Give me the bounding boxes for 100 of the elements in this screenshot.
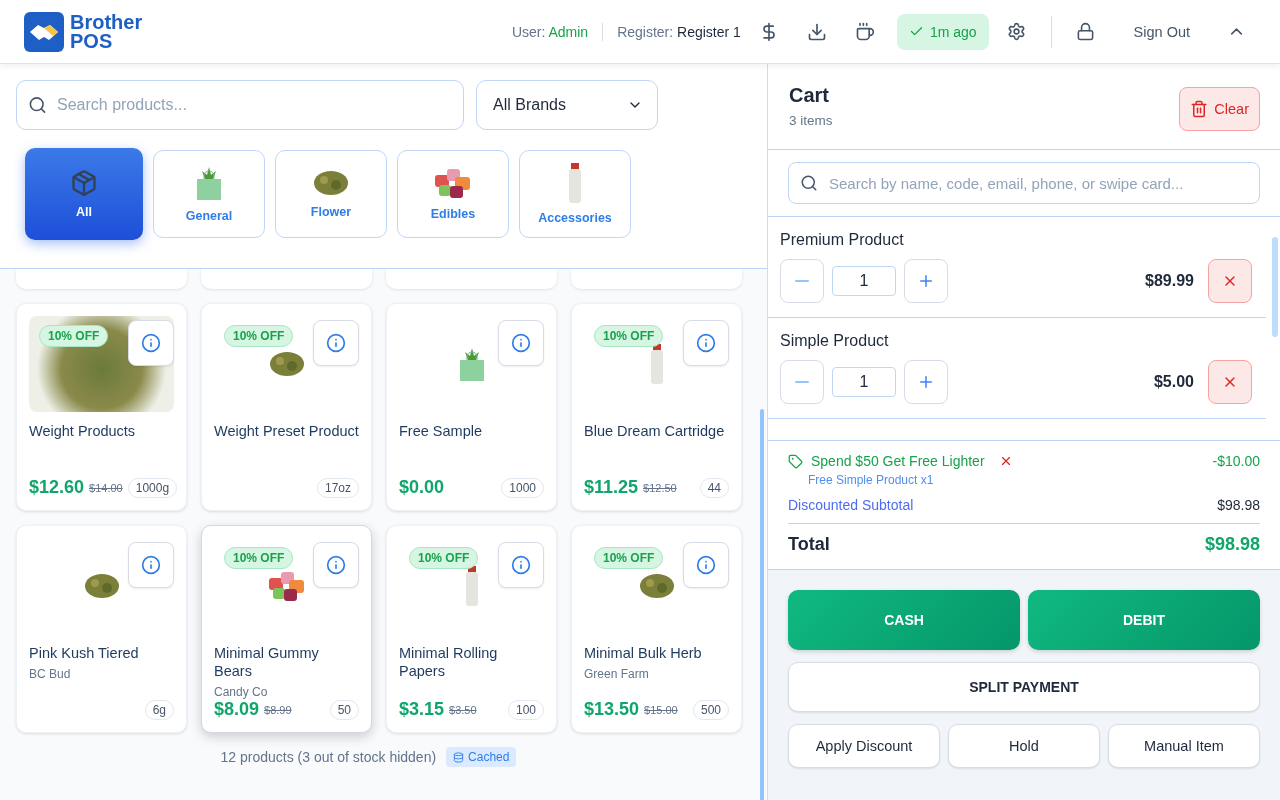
database-icon xyxy=(453,751,465,763)
clear-button[interactable]: Clear xyxy=(1179,87,1260,131)
subtotal-label: Discounted Subtotal xyxy=(788,497,914,513)
logo-text: Brother xyxy=(70,12,143,32)
logo-text: POS xyxy=(70,31,114,51)
info-icon xyxy=(696,333,716,353)
stock-count: 100 xyxy=(507,699,544,720)
info-icon xyxy=(511,555,531,575)
info-button[interactable] xyxy=(313,320,359,366)
discount-badge: 10% OFF xyxy=(39,325,109,347)
sign-out-button[interactable]: Sign Out xyxy=(1123,17,1200,46)
remove-button[interactable] xyxy=(1208,360,1252,404)
gummies-icon xyxy=(433,167,473,199)
product-card[interactable]: Free Sample $0.00 1000 xyxy=(386,303,557,511)
product-name: Free Sample xyxy=(399,422,483,440)
total-amount: $98.98 xyxy=(1204,534,1260,555)
customer-search-field[interactable]: Search by name, code, email, phone, or swipe card... xyxy=(788,162,1260,204)
bud-icon xyxy=(313,169,349,197)
lighter-icon xyxy=(649,344,664,384)
info-icon xyxy=(696,555,716,575)
info-button[interactable] xyxy=(683,320,729,366)
gummies-icon xyxy=(266,570,307,602)
discount-badge: 10% OFF xyxy=(594,547,664,569)
info-button[interactable] xyxy=(683,542,729,588)
product-brand: BC Bud xyxy=(29,667,72,681)
product-price: $8.09 xyxy=(214,699,260,720)
bud-icon xyxy=(268,350,305,378)
settings-icon xyxy=(1007,22,1027,41)
stock-count: 17oz xyxy=(316,478,359,498)
trash-icon xyxy=(1190,100,1209,118)
bud-icon xyxy=(83,572,120,600)
category-tab[interactable]: All xyxy=(25,148,143,240)
original-price: $14.00 xyxy=(89,481,123,494)
product-price: $12.60 xyxy=(29,477,85,498)
product-brand: Candy Co xyxy=(214,685,269,699)
item-name: Simple Product xyxy=(780,332,890,350)
handshake-logo-icon xyxy=(24,11,64,52)
search-field[interactable]: Search products... xyxy=(16,80,464,130)
category-tab[interactable]: General xyxy=(153,150,265,238)
product-name: Weight Products xyxy=(29,422,137,440)
tag-icon xyxy=(788,453,803,469)
discount-badge: 10% OFF xyxy=(409,547,479,569)
cup-icon xyxy=(854,21,875,42)
info-button[interactable] xyxy=(313,542,359,588)
product-card[interactable]: Pink Kush Tiered BC Bud 6g xyxy=(16,525,187,733)
stock-count: 44 xyxy=(699,477,729,498)
product-card[interactable]: 10% OFF Minimal Bulk Herb Green Farm $13.50 $15.00 500 xyxy=(571,525,742,733)
scrollbar[interactable] xyxy=(1272,237,1278,337)
info-button[interactable] xyxy=(128,320,174,366)
category-tab[interactable]: Accessories xyxy=(519,150,631,238)
action-button[interactable]: Manual Item xyxy=(1108,724,1260,768)
original-price: $15.00 xyxy=(644,703,678,716)
register-label: Register: Register 1 xyxy=(617,23,741,40)
info-button[interactable] xyxy=(498,542,544,588)
product-name: Blue Dream Cartridge xyxy=(584,422,726,440)
promotion-amount: -$10.00 xyxy=(1212,453,1260,469)
scrollbar[interactable] xyxy=(760,409,764,800)
info-button[interactable] xyxy=(498,320,544,366)
stock-count: 1000g xyxy=(127,477,178,498)
plus-icon xyxy=(917,373,935,391)
stock-count: 1000 xyxy=(501,477,544,498)
original-price: $12.50 xyxy=(643,481,677,494)
category-tab[interactable]: Edibles xyxy=(397,150,509,238)
plus-icon xyxy=(917,272,935,290)
product-price: $13.50 xyxy=(584,699,640,720)
info-icon xyxy=(326,555,346,575)
remove-button[interactable] xyxy=(1208,259,1252,303)
lighter-icon xyxy=(464,566,479,606)
product-name: Pink Kush Tiered xyxy=(29,644,140,662)
product-card[interactable]: 10% OFF Minimal Rolling Papers $3.15 $3.50 100 xyxy=(386,525,557,733)
lock-icon xyxy=(1076,22,1096,41)
brand-select[interactable]: All Brands xyxy=(476,80,658,130)
download-icon xyxy=(806,21,827,42)
product-price: $0.00 xyxy=(399,477,445,498)
info-button[interactable] xyxy=(128,542,174,588)
item-price: $89.99 xyxy=(1145,272,1194,290)
quantity-field[interactable]: 1 xyxy=(832,367,896,397)
product-card[interactable]: 10% OFF Blue Dream Cartridge $11.25 $12.50 44 xyxy=(571,303,742,511)
category-tab[interactable]: Flower xyxy=(275,150,387,238)
product-brand: Green Farm xyxy=(584,667,650,681)
user-label: User: Admin xyxy=(511,23,589,40)
info-icon xyxy=(326,333,346,353)
product-card[interactable]: 10% OFF Weight Products $12.60 $14.00 1000g xyxy=(16,303,187,511)
lighter-icon xyxy=(568,163,582,203)
product-price: $11.25 xyxy=(584,477,639,498)
quantity-field[interactable]: 1 xyxy=(832,266,896,296)
original-price: $8.99 xyxy=(264,703,292,716)
action-button[interactable]: Hold xyxy=(948,724,1100,768)
split-payment-button[interactable]: SPLIT PAYMENT xyxy=(788,662,1260,712)
info-icon xyxy=(511,333,531,353)
increase-button[interactable] xyxy=(904,360,948,404)
original-price: $3.50 xyxy=(449,703,477,716)
sync-status: 1m ago xyxy=(896,13,989,50)
product-name: Weight Preset Product xyxy=(214,422,359,440)
action-button[interactable]: Apply Discount xyxy=(788,724,940,768)
item-price: $5.00 xyxy=(1153,373,1194,391)
product-card[interactable]: 10% OFF Minimal Gummy Bears Candy Co $8.09 $8.99 50 xyxy=(201,525,372,733)
increase-button[interactable] xyxy=(904,259,948,303)
product-card[interactable]: 10% OFF Weight Preset Product 17oz xyxy=(201,303,372,511)
product-price: $3.15 xyxy=(399,699,445,720)
